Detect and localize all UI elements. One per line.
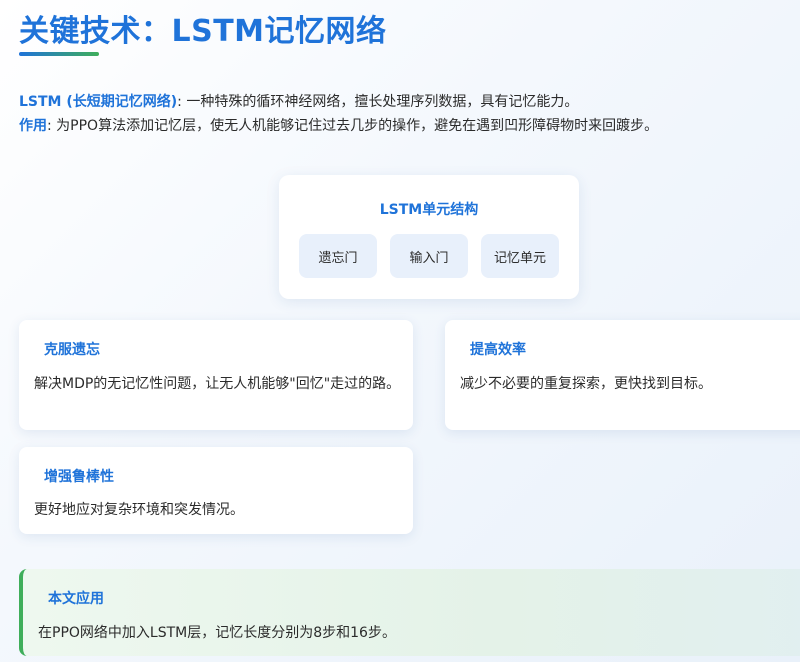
gate-input: 输入门 [390, 234, 468, 278]
card-robustness: 增强鲁棒性 更好地应对复杂环境和突发情况。 [19, 447, 413, 534]
page-title: 关键技术：LSTM记忆网络 [19, 14, 387, 49]
card-overcome-forgetting: 克服遗忘 解决MDP的无记忆性问题，让无人机能够"回忆"走过的路。 [19, 320, 413, 430]
card-text: 解决MDP的无记忆性问题，让无人机能够"回忆"走过的路。 [34, 376, 401, 392]
intro-lstm-key: LSTM (长短期记忆网络) [19, 94, 178, 110]
card-improve-efficiency: 提高效率 减少不必要的重复探索，更快找到目标。 [445, 320, 800, 430]
intro-role-key: 作用 [19, 118, 47, 134]
application-box: 本文应用 在PPO网络中加入LSTM层，记忆长度分别为8步和16步。 [19, 569, 800, 656]
card-text: 更好地应对复杂环境和突发情况。 [34, 502, 244, 518]
application-text: 在PPO网络中加入LSTM层，记忆长度分别为8步和16步。 [38, 625, 396, 641]
application-title: 本文应用 [48, 591, 104, 607]
card-text: 减少不必要的重复探索，更快找到目标。 [460, 376, 712, 392]
intro-line-role: 作用: 为PPO算法添加记忆层，使无人机能够记住过去几步的操作，避免在遇到凹形障… [19, 114, 789, 138]
intro-role-text: : 为PPO算法添加记忆层，使无人机能够记住过去几步的操作，避免在遇到凹形障碍物… [47, 118, 659, 134]
card-title: 提高效率 [470, 342, 526, 358]
lstm-structure-box: LSTM单元结构 遗忘门 输入门 记忆单元 [279, 175, 579, 299]
gate-memory-cell: 记忆单元 [481, 234, 559, 278]
title-underline [19, 52, 99, 56]
card-title: 克服遗忘 [44, 342, 100, 358]
intro-lstm-text: : 一种特殊的循环神经网络，擅长处理序列数据，具有记忆能力。 [177, 94, 579, 110]
lstm-structure-title: LSTM单元结构 [379, 202, 479, 218]
card-title: 增强鲁棒性 [44, 469, 114, 485]
intro-line-lstm: LSTM (长短期记忆网络): 一种特殊的循环神经网络，擅长处理序列数据，具有记… [19, 90, 789, 114]
intro-section: LSTM (长短期记忆网络): 一种特殊的循环神经网络，擅长处理序列数据，具有记… [19, 90, 789, 138]
gate-forget: 遗忘门 [299, 234, 377, 278]
